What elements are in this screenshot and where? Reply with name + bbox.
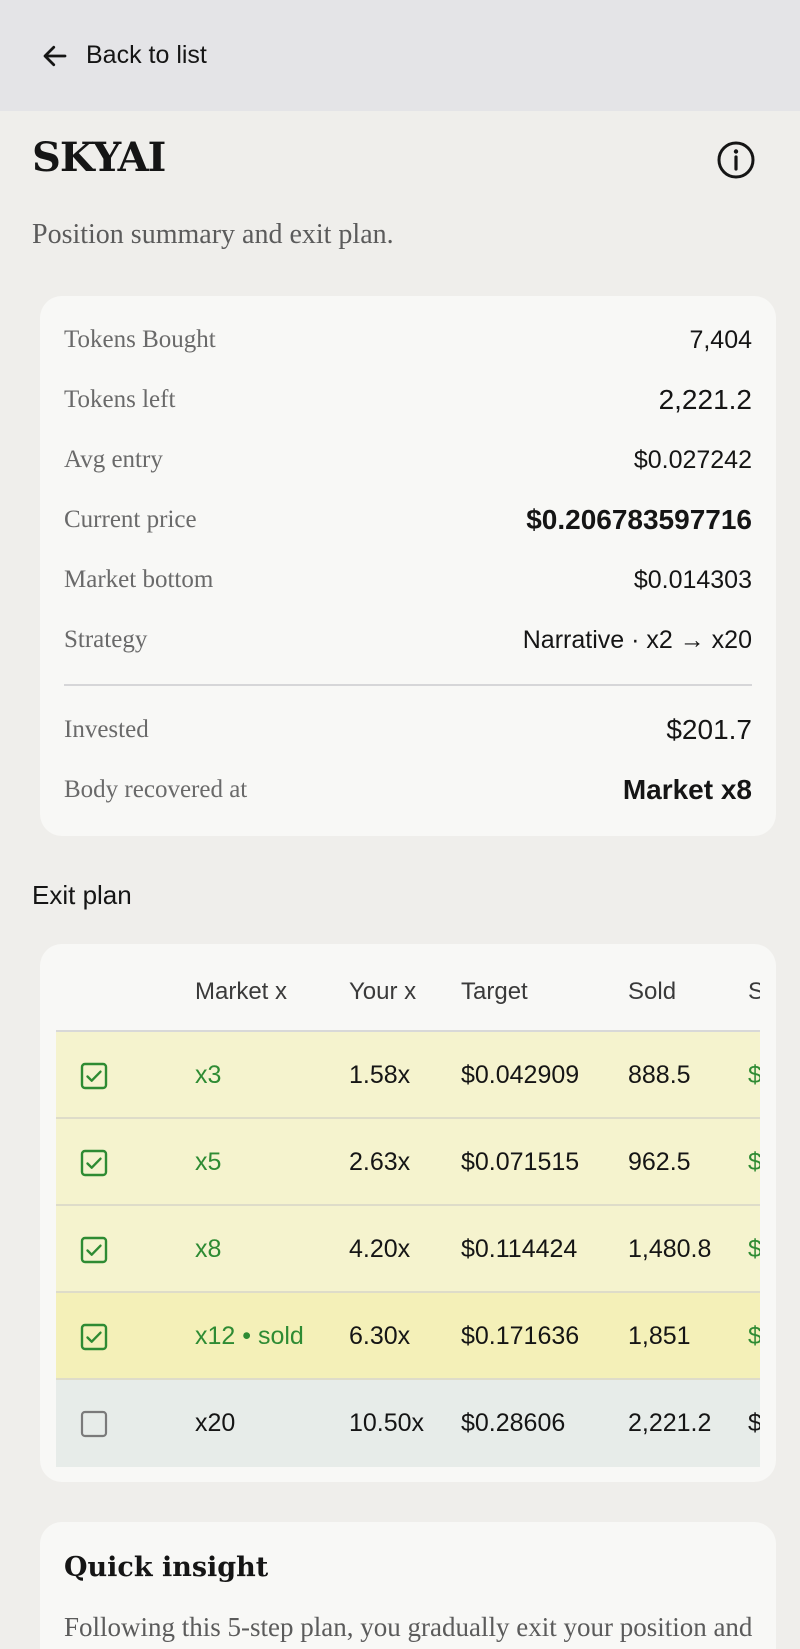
- cell-s: $: [748, 1322, 760, 1350]
- cell-your-x: 4.20x: [349, 1235, 411, 1263]
- summary-row-tokens-left: Tokens left 2,221.2: [64, 380, 752, 420]
- cell-your-x: 10.50x: [349, 1409, 425, 1437]
- cell-your-x: 6.30x: [349, 1322, 411, 1350]
- cell-market-x: x12 • sold: [195, 1322, 304, 1350]
- summary-value: $0.014303: [633, 565, 752, 594]
- summary-row-avg-entry: Avg entry $0.027242: [64, 440, 752, 480]
- cell-sold: 962.5: [628, 1148, 691, 1176]
- summary-value: $0.206783597716: [526, 504, 752, 535]
- table-row: x8 4.20x $0.114424 1,480.8 $: [56, 1206, 760, 1293]
- summary-label: Body recovered at: [64, 776, 248, 803]
- summary-row-market-bottom: Market bottom $0.014303: [64, 560, 752, 600]
- summary-value: $0.027242: [633, 445, 752, 474]
- summary-row-current-price: Current price $0.206783597716: [64, 500, 752, 540]
- summary-label: Tokens Bought: [64, 326, 216, 353]
- cell-s: $: [748, 1061, 760, 1089]
- summary-value: $201.7: [666, 714, 752, 745]
- back-label: Back to list: [86, 41, 207, 69]
- summary-row-invested: Invested $201.7: [64, 710, 752, 750]
- exit-plan-heading: Exit plan: [32, 880, 132, 910]
- page-subtitle: Position summary and exit plan.: [32, 219, 394, 250]
- cell-market-x: x20: [195, 1409, 236, 1437]
- summary-divider: [64, 684, 752, 686]
- summary-label: Current price: [64, 506, 197, 533]
- checkbox-checked-icon[interactable]: [80, 1323, 108, 1351]
- column-header-market-x: Market x: [195, 978, 288, 1005]
- summary-row-tokens-bought: Tokens Bought 7,404: [64, 320, 752, 360]
- checkbox-checked-icon[interactable]: [80, 1236, 108, 1264]
- cell-your-x: 1.58x: [349, 1061, 411, 1089]
- page-title: SKYAI: [32, 134, 166, 181]
- summary-label: Avg entry: [64, 446, 163, 473]
- cell-sold: 1,480.8: [628, 1235, 712, 1263]
- cell-sold: 1,851: [628, 1322, 691, 1350]
- cell-market-x: x5: [195, 1148, 222, 1176]
- cell-target: $0.28606: [461, 1409, 566, 1437]
- cell-sold: 2,221.2: [628, 1409, 712, 1437]
- quick-insight-card: Quick insight Following this 5-step plan…: [40, 1522, 776, 1649]
- cell-target: $0.171636: [461, 1322, 580, 1350]
- table-row: x20 10.50x $0.28606 2,221.2 $: [56, 1380, 760, 1467]
- summary-value: Narrative · x2 → x20: [522, 625, 752, 654]
- cell-s: $: [748, 1235, 760, 1263]
- summary-row-strategy: Strategy Narrative · x2 → x20: [64, 620, 752, 660]
- checkbox-checked-icon[interactable]: [80, 1149, 108, 1177]
- checkbox-unchecked-icon[interactable]: [80, 1410, 108, 1438]
- arrow-left-icon: [43, 45, 67, 66]
- checkbox-checked-icon[interactable]: [80, 1062, 108, 1090]
- table-row: x5 2.63x $0.071515 962.5 $: [56, 1119, 760, 1206]
- summary-label: Strategy: [64, 626, 148, 653]
- exit-plan-card: Market x Your x Target Sold S x3 1.58x $…: [40, 944, 776, 1482]
- top-bar: Back to list: [0, 0, 800, 111]
- cell-target: $0.071515: [461, 1148, 580, 1176]
- cell-your-x: 2.63x: [349, 1148, 411, 1176]
- back-button[interactable]: Back to list: [40, 31, 207, 81]
- table-header: Market x Your x Target Sold S: [56, 944, 760, 1032]
- summary-value: 2,221.2: [658, 384, 752, 415]
- summary-row-body-recovered: Body recovered at Market x8: [64, 770, 752, 810]
- insight-text: Following this 5-step plan, you graduall…: [64, 1612, 753, 1649]
- table-row: x3 1.58x $0.042909 888.5 $: [56, 1032, 760, 1119]
- column-header-s: S: [748, 978, 760, 1005]
- summary-label: Tokens left: [64, 386, 176, 413]
- summary-value: 7,404: [689, 325, 752, 354]
- info-icon[interactable]: [716, 140, 756, 180]
- cell-target: $0.042909: [461, 1061, 580, 1089]
- cell-s: $: [748, 1409, 760, 1437]
- column-header-your-x: Your x: [349, 978, 417, 1005]
- table-row: x12 • sold 6.30x $0.171636 1,851 $: [56, 1293, 760, 1380]
- insight-title: Quick insight: [64, 1552, 269, 1583]
- cell-sold: 888.5: [628, 1061, 691, 1089]
- cell-s: $: [748, 1148, 760, 1176]
- cell-target: $0.114424: [461, 1235, 578, 1263]
- column-header-target: Target: [461, 978, 528, 1005]
- summary-label: Market bottom: [64, 566, 214, 593]
- exit-plan-table[interactable]: Market x Your x Target Sold S x3 1.58x $…: [56, 944, 760, 1468]
- column-header-sold: Sold: [628, 978, 677, 1005]
- cell-market-x: x3: [195, 1061, 222, 1089]
- cell-market-x: x8: [195, 1235, 222, 1263]
- summary-label: Invested: [64, 716, 149, 743]
- position-summary-card: Tokens Bought 7,404 Tokens left 2,221.2 …: [40, 296, 776, 836]
- summary-value: Market x8: [622, 774, 752, 805]
